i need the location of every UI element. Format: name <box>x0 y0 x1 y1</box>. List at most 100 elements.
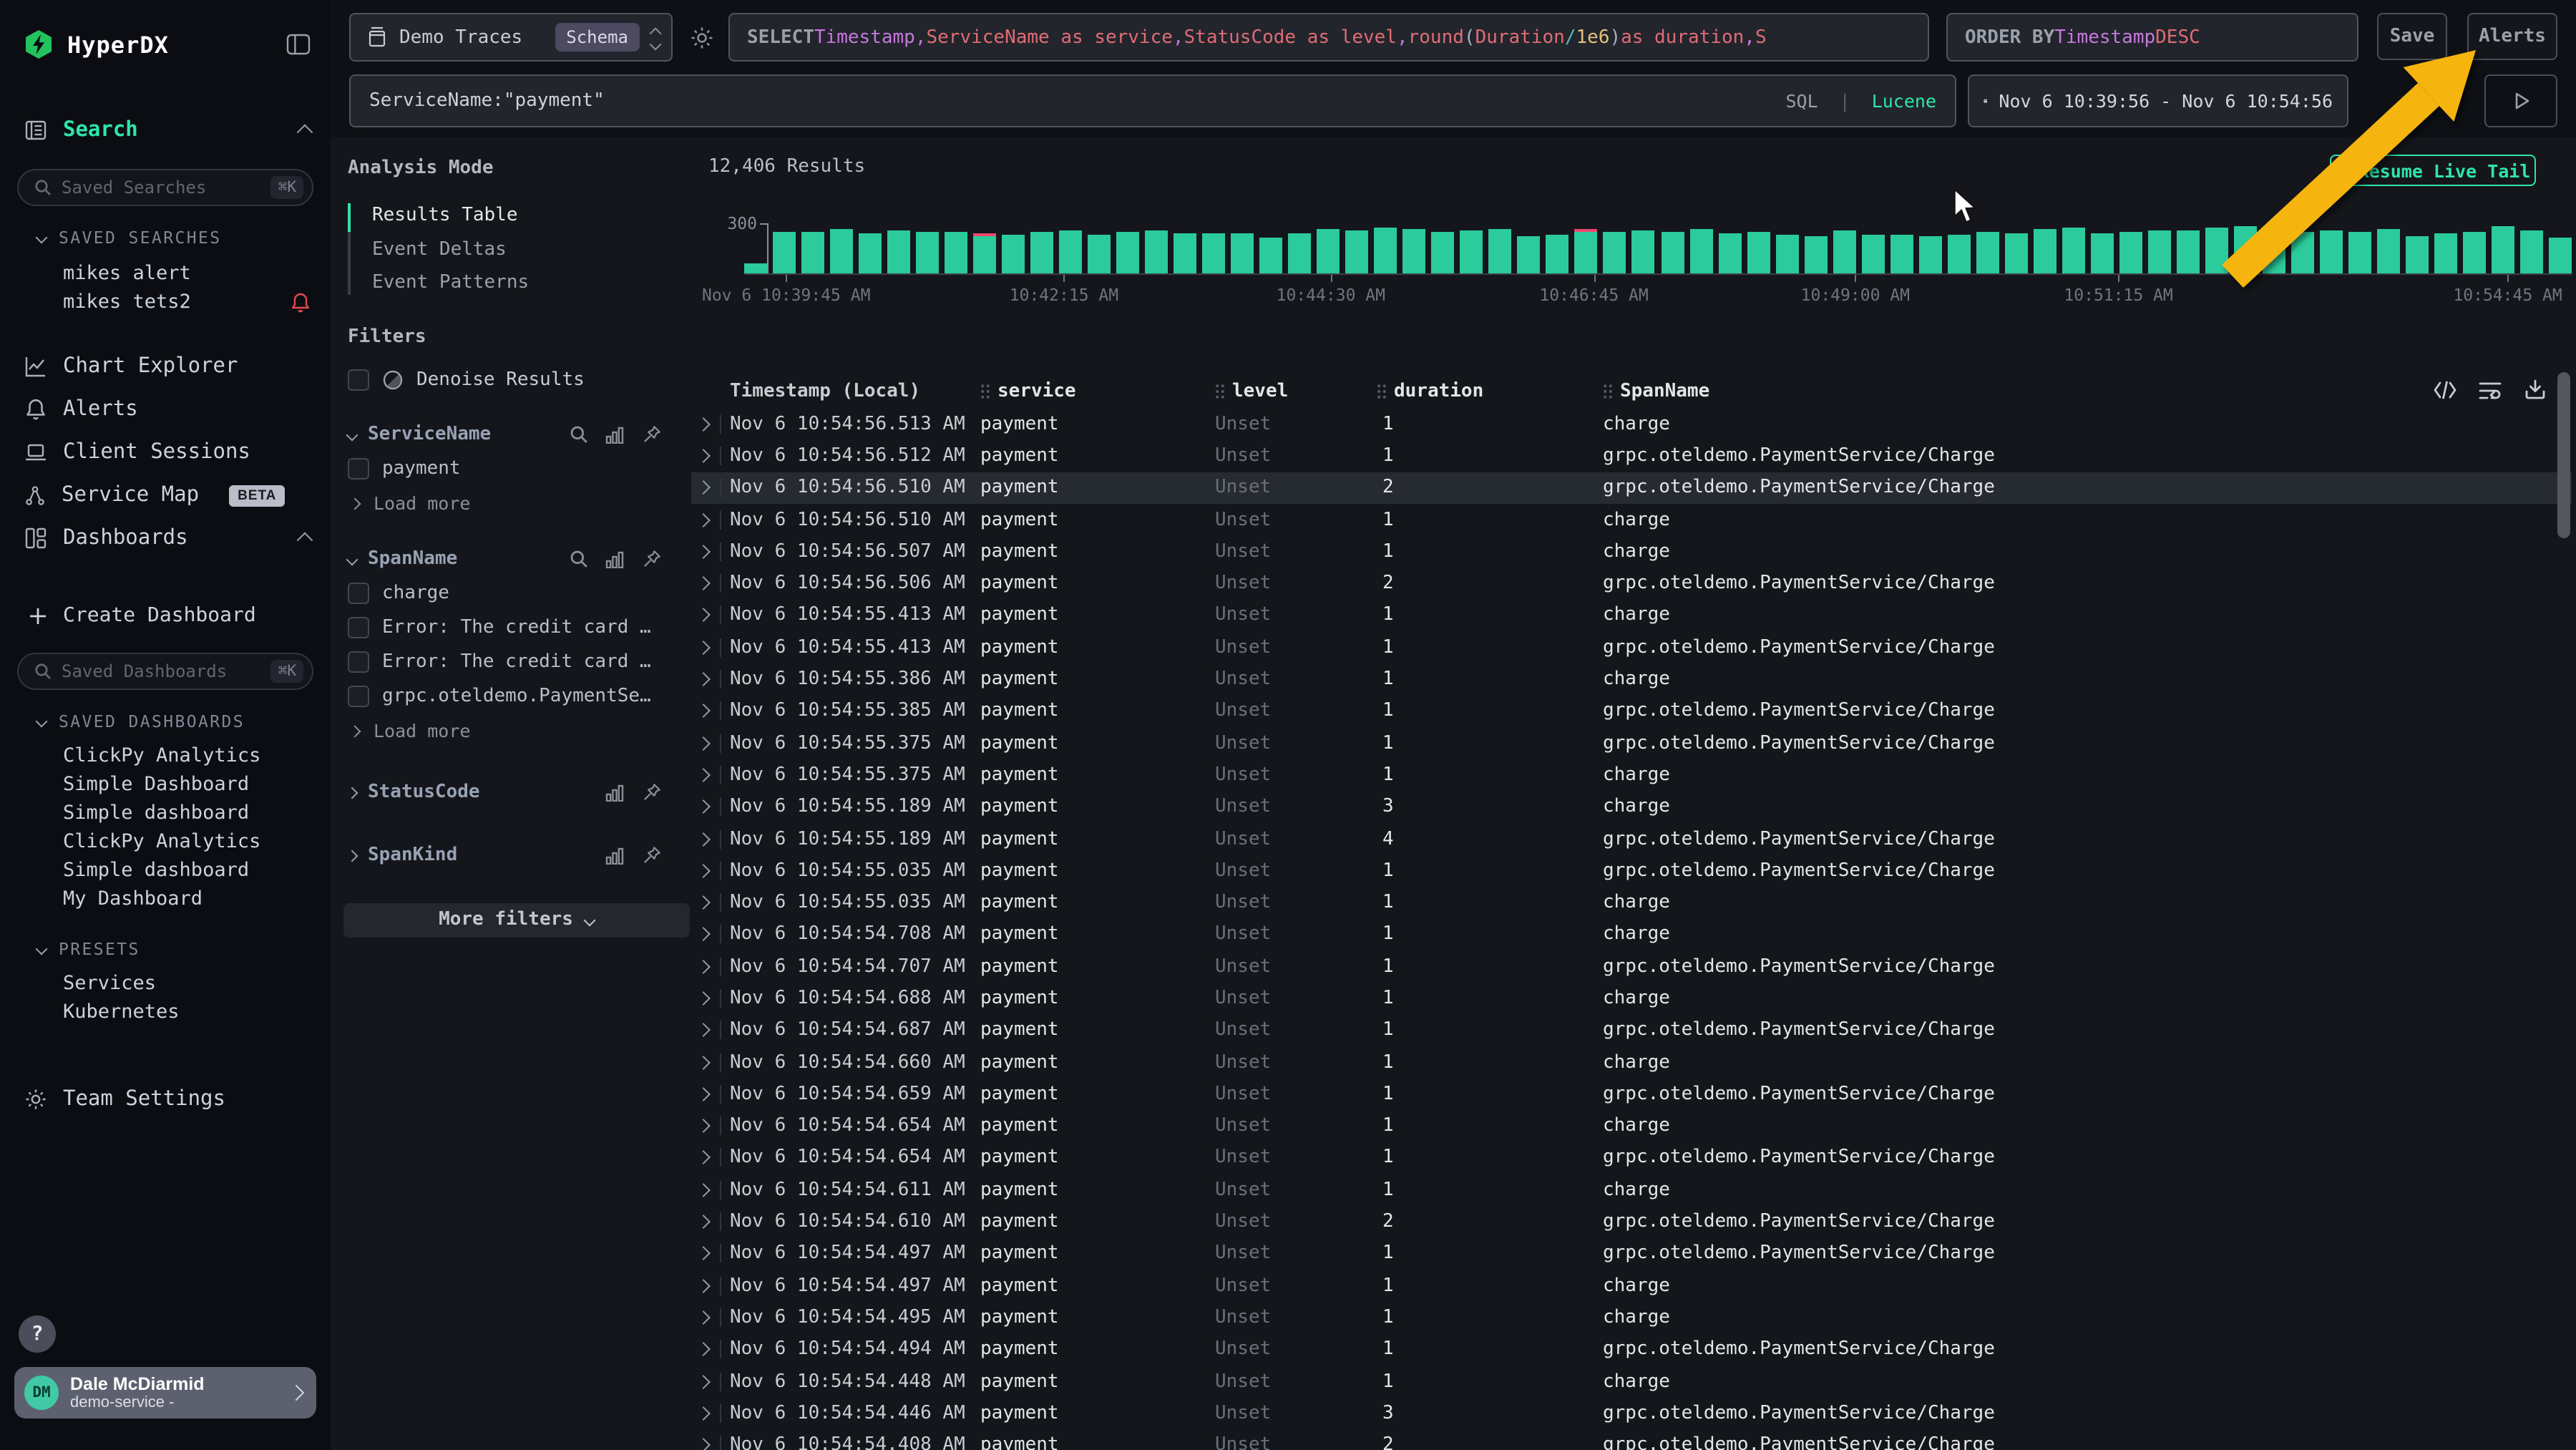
pin-icon[interactable] <box>643 425 661 444</box>
expand-row-icon[interactable] <box>696 1023 711 1038</box>
expand-row-icon[interactable] <box>696 1278 711 1293</box>
preset-item[interactable]: Kubernetes <box>0 998 331 1026</box>
wrap-text-icon[interactable] <box>2479 380 2503 400</box>
histogram-bar[interactable] <box>2177 230 2200 273</box>
gear-icon[interactable] <box>690 26 714 50</box>
histogram-bar[interactable] <box>2148 230 2171 273</box>
table-row[interactable]: Nov 6 10:54:54.611 AMpaymentUnset 1charg… <box>691 1174 2572 1206</box>
histogram-bar[interactable] <box>1861 234 1884 273</box>
col-header-service[interactable]: service <box>980 380 1215 402</box>
expand-row-icon[interactable] <box>696 1438 711 1450</box>
table-row[interactable]: Nov 6 10:54:55.035 AMpaymentUnset 1grpc.… <box>691 855 2572 887</box>
table-row[interactable]: Nov 6 10:54:54.660 AMpaymentUnset 1charg… <box>691 1046 2572 1079</box>
preset-item[interactable]: Services <box>0 969 331 998</box>
histogram-bar[interactable] <box>1575 230 1598 273</box>
checkbox[interactable] <box>348 686 369 707</box>
table-row[interactable]: Nov 6 10:54:54.494 AMpaymentUnset 1grpc.… <box>691 1333 2572 1366</box>
bar-chart-icon[interactable] <box>605 550 625 568</box>
histogram-bar[interactable] <box>1833 230 1855 273</box>
histogram-bar[interactable] <box>1403 230 1426 273</box>
expand-row-icon[interactable] <box>696 608 711 623</box>
filter-value-row[interactable]: Error: The credit card … <box>343 615 690 641</box>
table-row[interactable]: Nov 6 10:54:54.408 AMpaymentUnset 2grpc.… <box>691 1429 2572 1450</box>
histogram-bar[interactable] <box>1947 234 1970 273</box>
table-row[interactable]: Nov 6 10:54:54.610 AMpaymentUnset 2grpc.… <box>691 1206 2572 1238</box>
sidebar-item-team-settings[interactable]: Team Settings <box>0 1078 331 1121</box>
histogram-bar[interactable] <box>1747 232 1770 273</box>
col-header-duration[interactable]: duration <box>1377 380 1603 402</box>
column-drag-handle-icon[interactable] <box>1377 383 1387 399</box>
histogram-bar[interactable] <box>2520 230 2543 273</box>
table-row[interactable]: Nov 6 10:54:54.708 AMpaymentUnset 1charg… <box>691 919 2572 951</box>
table-row[interactable]: Nov 6 10:54:54.497 AMpaymentUnset 1grpc.… <box>691 1237 2572 1270</box>
search-icon[interactable] <box>570 425 588 444</box>
denoise-results-toggle[interactable]: Denoise Results <box>343 369 690 390</box>
column-drag-handle-icon[interactable] <box>1215 383 1225 399</box>
expand-row-icon[interactable] <box>696 1087 711 1101</box>
table-row[interactable]: Nov 6 10:54:54.448 AMpaymentUnset 1charg… <box>691 1366 2572 1398</box>
expand-row-icon[interactable] <box>696 1247 711 1261</box>
expand-row-icon[interactable] <box>696 736 711 750</box>
table-row[interactable]: Nov 6 10:54:55.375 AMpaymentUnset 1grpc.… <box>691 727 2572 759</box>
sidebar-item-chart-explorer[interactable]: Chart Explorer <box>0 345 331 388</box>
help-button[interactable]: ? <box>19 1315 56 1353</box>
histogram-bar[interactable] <box>1289 233 1312 273</box>
language-sql-toggle[interactable]: SQL <box>1785 90 1818 112</box>
histogram-bar[interactable] <box>1718 233 1741 273</box>
table-row[interactable]: Nov 6 10:54:56.507 AMpaymentUnset 1charg… <box>691 535 2572 568</box>
table-row[interactable]: Nov 6 10:54:56.513 AMpaymentUnset 1charg… <box>691 408 2572 440</box>
histogram-bar[interactable] <box>1002 234 1025 273</box>
presets-heading[interactable]: PRESETS <box>0 936 331 962</box>
histogram-bar[interactable] <box>1890 235 1913 273</box>
table-row[interactable]: Nov 6 10:54:54.659 AMpaymentUnset 1grpc.… <box>691 1078 2572 1110</box>
saved-dashboard-item[interactable]: Simple dashboard <box>0 856 331 885</box>
expand-row-icon[interactable] <box>696 959 711 973</box>
expand-row-icon[interactable] <box>696 1119 711 1133</box>
expand-row-icon[interactable] <box>696 928 711 942</box>
sidebar-item-client-sessions[interactable]: Client Sessions <box>0 431 331 474</box>
histogram-bar[interactable] <box>1604 232 1626 273</box>
search-input[interactable]: ServiceName:"payment" SQL | Lucene <box>349 74 1956 127</box>
histogram-bar[interactable] <box>1260 238 1283 273</box>
expand-row-icon[interactable] <box>696 417 711 431</box>
create-dashboard-button[interactable]: Create Dashboard <box>0 594 331 637</box>
col-header-level[interactable]: level <box>1215 380 1377 402</box>
checkbox[interactable] <box>348 369 369 390</box>
scrollbar-thumb[interactable] <box>2557 372 2570 538</box>
histogram-bar[interactable] <box>830 230 853 273</box>
column-drag-handle-icon[interactable] <box>980 383 990 399</box>
table-row[interactable]: Nov 6 10:54:54.707 AMpaymentUnset 1grpc.… <box>691 950 2572 983</box>
table-row[interactable]: Nov 6 10:54:56.512 AMpaymentUnset 1grpc.… <box>691 440 2572 472</box>
table-row[interactable]: Nov 6 10:54:54.687 AMpaymentUnset 1grpc.… <box>691 1014 2572 1046</box>
filter-section-statuscode[interactable]: StatusCode <box>343 779 690 805</box>
expand-row-icon[interactable] <box>696 1310 711 1325</box>
histogram-bar[interactable] <box>1432 233 1455 273</box>
col-header-timestamp[interactable]: Timestamp (Local) <box>730 380 980 402</box>
histogram-bar[interactable] <box>1145 230 1168 273</box>
histogram-bar[interactable] <box>1346 230 1369 273</box>
analysis-mode-option[interactable]: Results Table <box>372 199 690 233</box>
checkbox[interactable] <box>348 583 369 604</box>
histogram-bar[interactable] <box>1775 235 1798 273</box>
saved-searches-heading[interactable]: SAVED SEARCHES <box>0 225 331 250</box>
histogram-bar[interactable] <box>1918 237 1941 273</box>
saved-dashboard-item[interactable]: Simple dashboard <box>0 799 331 827</box>
expand-row-icon[interactable] <box>696 1374 711 1388</box>
source-select[interactable]: Demo Traces Schema <box>349 13 673 62</box>
analysis-mode-option[interactable]: Event Patterns <box>372 266 690 300</box>
histogram-bar[interactable] <box>1661 232 1684 273</box>
load-more-button[interactable]: Load more <box>343 492 690 515</box>
sidebar-item-alerts[interactable]: Alerts <box>0 388 331 431</box>
saved-dashboard-item[interactable]: ClickPy Analytics <box>0 827 331 856</box>
filter-section-spanname[interactable]: SpanName <box>343 546 690 572</box>
histogram-bar[interactable] <box>801 232 824 273</box>
histogram-bar[interactable] <box>1116 231 1139 273</box>
pin-icon[interactable] <box>643 550 661 568</box>
table-row[interactable]: Nov 6 10:54:55.385 AMpaymentUnset 1grpc.… <box>691 695 2572 727</box>
histogram-bar[interactable] <box>1231 234 1254 273</box>
saved-search-item[interactable]: mikes alert <box>0 259 331 288</box>
expand-row-icon[interactable] <box>696 864 711 878</box>
histogram-bar[interactable] <box>945 231 967 273</box>
expand-row-icon[interactable] <box>696 991 711 1006</box>
bar-chart-icon[interactable] <box>605 847 625 864</box>
